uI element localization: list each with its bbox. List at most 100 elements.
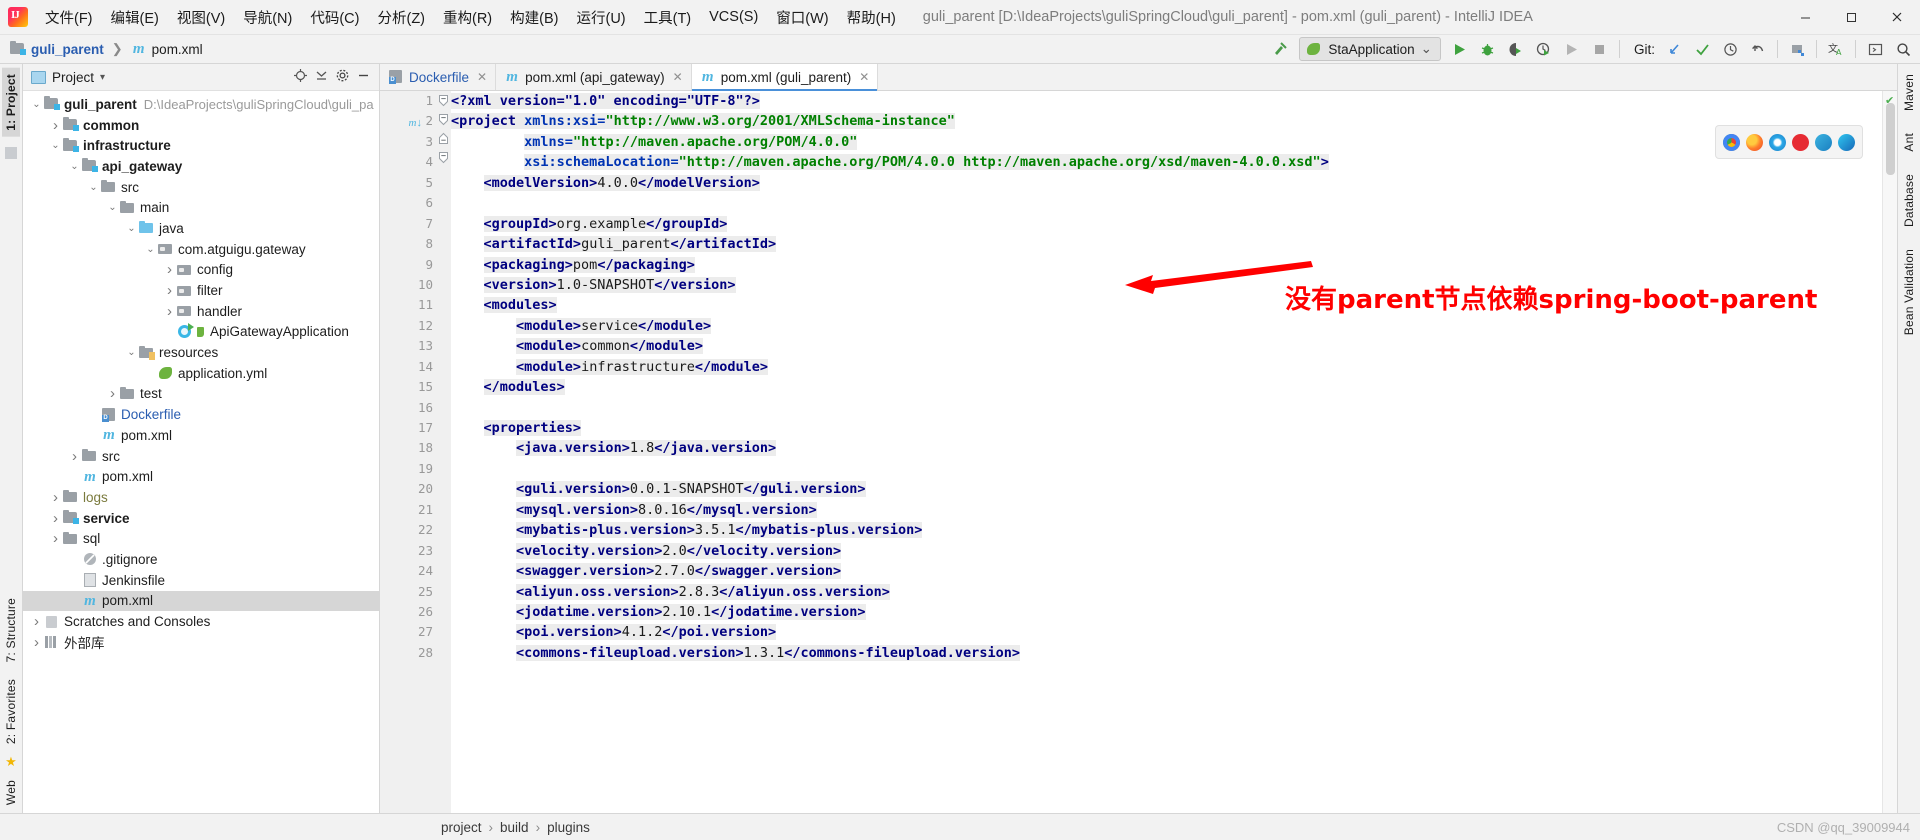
chevron-right-icon[interactable]: › bbox=[67, 448, 82, 465]
tree-row[interactable]: › config bbox=[23, 260, 379, 281]
menu-file[interactable]: 文件(F) bbox=[36, 4, 102, 31]
code-line[interactable]: xmlns="http://maven.apache.org/POM/4.0.0… bbox=[451, 132, 1882, 152]
sidebar-item-favorites[interactable]: 2: Favorites bbox=[2, 673, 20, 750]
chevron-right-icon[interactable]: › bbox=[48, 489, 63, 506]
editor-fold-bar[interactable] bbox=[438, 91, 451, 813]
tree-row[interactable]: › filter bbox=[23, 280, 379, 301]
menu-edit[interactable]: 编辑(E) bbox=[102, 4, 168, 31]
chevron-right-icon[interactable]: › bbox=[29, 613, 44, 630]
tree-row[interactable]: › handler bbox=[23, 301, 379, 322]
editor-tab[interactable]: m pom.xml (guli_parent) ✕ bbox=[691, 64, 879, 91]
chevron-down-icon[interactable]: ⌄ bbox=[29, 99, 44, 110]
run-configuration-selector[interactable]: StaApplication ⌄ bbox=[1299, 37, 1441, 61]
tree-row[interactable]: › Scratches and Consoles bbox=[23, 611, 379, 632]
code-line[interactable]: <mysql.version>8.0.16</mysql.version> bbox=[451, 500, 1882, 520]
tree-row[interactable]: ⌄ main bbox=[23, 197, 379, 218]
tree-row[interactable]: Jenkinsfile bbox=[23, 570, 379, 591]
menu-view[interactable]: 视图(V) bbox=[168, 4, 234, 31]
chevron-down-icon[interactable]: ⌄ bbox=[124, 223, 139, 234]
code-line[interactable]: <mybatis-plus.version>3.5.1</mybatis-plu… bbox=[451, 520, 1882, 540]
code-line[interactable]: <artifactId>guli_parent</artifactId> bbox=[451, 234, 1882, 254]
hide-panel-icon[interactable] bbox=[356, 68, 375, 86]
run-with-coverage-icon[interactable] bbox=[1503, 37, 1529, 61]
breadcrumb[interactable]: guli_parent ❯ m pom.xml bbox=[6, 41, 207, 57]
hammer-icon[interactable] bbox=[1267, 37, 1293, 61]
code-line[interactable]: <module>common</module> bbox=[451, 336, 1882, 356]
chevron-right-icon[interactable]: › bbox=[48, 117, 63, 134]
window-controls[interactable] bbox=[1782, 0, 1920, 34]
menu-navigate[interactable]: 导航(N) bbox=[234, 4, 301, 31]
chevron-down-icon[interactable]: ⌄ bbox=[143, 244, 158, 255]
tree-row[interactable]: ApiGatewayApplication bbox=[23, 322, 379, 343]
sidebar-item-bean-validation[interactable]: Bean Validation bbox=[1900, 243, 1918, 341]
breadcrumb-project[interactable]: guli_parent bbox=[31, 42, 104, 57]
code-line[interactable]: <modelVersion>4.0.0</modelVersion> bbox=[451, 173, 1882, 193]
tree-row[interactable]: ⌄ resources bbox=[23, 342, 379, 363]
chevron-down-icon[interactable]: ⌄ bbox=[67, 161, 82, 172]
tree-row[interactable]: › 外部库 bbox=[23, 632, 379, 653]
xml-breadcrumbs[interactable]: project › build › plugins bbox=[441, 820, 590, 835]
editor-tab[interactable]: D Dockerfile ✕ bbox=[380, 64, 497, 90]
chevron-right-icon[interactable]: › bbox=[162, 282, 177, 299]
tree-row[interactable]: .gitignore bbox=[23, 549, 379, 570]
tree-row[interactable]: ⌄ infrastructure bbox=[23, 135, 379, 156]
safari-icon[interactable] bbox=[1769, 133, 1786, 151]
close-icon[interactable]: ✕ bbox=[477, 70, 487, 84]
fold-marker[interactable] bbox=[438, 148, 451, 167]
chevron-down-icon[interactable]: ⌄ bbox=[124, 347, 139, 358]
fold-marker[interactable] bbox=[438, 129, 451, 148]
tree-row[interactable]: ⌄ java bbox=[23, 218, 379, 239]
profiler-icon[interactable] bbox=[1531, 37, 1557, 61]
debug-icon[interactable] bbox=[1475, 37, 1501, 61]
menu-build[interactable]: 构建(B) bbox=[501, 4, 567, 31]
sidebar-item-project[interactable]: 1: Project bbox=[2, 68, 20, 137]
code-line[interactable]: <poi.version>4.1.2</poi.version> bbox=[451, 622, 1882, 642]
tree-row[interactable]: › src bbox=[23, 446, 379, 467]
editor-tab[interactable]: m pom.xml (api_gateway) ✕ bbox=[496, 64, 692, 90]
tree-row[interactable]: D Dockerfile bbox=[23, 404, 379, 425]
code-content[interactable]: <?xml version="1.0" encoding="UTF-8"?> <p… bbox=[451, 91, 1882, 813]
project-panel-header-actions[interactable] bbox=[293, 68, 375, 86]
sidebar-item-database[interactable]: Database bbox=[1900, 168, 1918, 233]
commit-icon[interactable] bbox=[1689, 37, 1715, 61]
menu-code[interactable]: 代码(C) bbox=[301, 4, 368, 31]
code-line[interactable]: <aliyun.oss.version>2.8.3</aliyun.oss.ve… bbox=[451, 582, 1882, 602]
menu-window[interactable]: 窗口(W) bbox=[767, 4, 837, 31]
code-line[interactable] bbox=[451, 459, 1882, 479]
chrome-icon[interactable] bbox=[1723, 133, 1740, 151]
code-line[interactable]: <jodatime.version>2.10.1</jodatime.versi… bbox=[451, 602, 1882, 622]
collapse-all-icon[interactable] bbox=[314, 68, 329, 86]
close-button[interactable] bbox=[1874, 0, 1920, 34]
code-line[interactable]: <velocity.version>2.0</velocity.version> bbox=[451, 541, 1882, 561]
firefox-icon[interactable] bbox=[1746, 133, 1763, 151]
code-line[interactable]: </modules> bbox=[451, 377, 1882, 397]
close-icon[interactable]: ✕ bbox=[859, 70, 869, 84]
chevron-down-icon[interactable]: ⌄ bbox=[48, 140, 63, 151]
code-line[interactable]: <groupId>org.example</groupId> bbox=[451, 214, 1882, 234]
code-line[interactable]: <project xmlns:xsi="http://www.w3.org/20… bbox=[451, 111, 1882, 131]
editor-tab-bar[interactable]: D Dockerfile ✕ m pom.xml (api_gateway) ✕ m pom.… bbox=[380, 64, 1897, 91]
tree-row[interactable]: ⌄ api_gateway bbox=[23, 156, 379, 177]
browser-launcher-bar[interactable] bbox=[1715, 125, 1863, 159]
fold-marker[interactable] bbox=[438, 91, 451, 110]
crumb-item[interactable]: plugins bbox=[547, 820, 590, 835]
menu-tools[interactable]: 工具(T) bbox=[635, 4, 701, 31]
stop-icon[interactable] bbox=[1587, 37, 1613, 61]
code-line[interactable] bbox=[451, 193, 1882, 213]
chevron-right-icon[interactable]: › bbox=[162, 261, 177, 278]
locate-file-icon[interactable] bbox=[293, 68, 308, 86]
run-icon[interactable] bbox=[1447, 37, 1473, 61]
sidebar-item-web[interactable]: Web bbox=[2, 774, 20, 811]
tree-row[interactable]: m pom.xml bbox=[23, 466, 379, 487]
menu-run[interactable]: 运行(U) bbox=[567, 4, 634, 31]
tree-row[interactable]: › logs bbox=[23, 487, 379, 508]
code-line[interactable]: xsi:schemaLocation="http://maven.apache.… bbox=[451, 152, 1882, 172]
menu-help[interactable]: 帮助(H) bbox=[838, 4, 905, 31]
update-project-icon[interactable] bbox=[1661, 37, 1687, 61]
code-line[interactable]: <commons-fileupload.version>1.3.1</commo… bbox=[451, 643, 1882, 663]
tree-row[interactable]: application.yml bbox=[23, 363, 379, 384]
code-line[interactable]: <swagger.version>2.7.0</swagger.version> bbox=[451, 561, 1882, 581]
code-line[interactable]: <properties> bbox=[451, 418, 1882, 438]
minimize-button[interactable] bbox=[1782, 0, 1828, 34]
editor-scroll-thumb[interactable] bbox=[1886, 103, 1895, 175]
